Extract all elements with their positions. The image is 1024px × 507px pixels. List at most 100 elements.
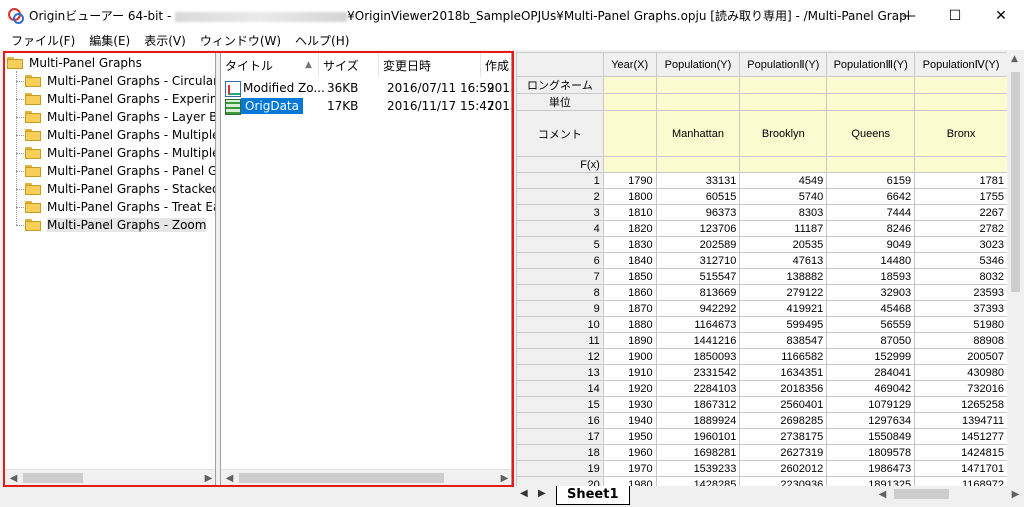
data-cell[interactable]: 2230936: [739, 476, 828, 486]
row-number[interactable]: 7: [516, 268, 604, 285]
row-number[interactable]: 2: [516, 188, 604, 205]
scroll-left-icon[interactable]: ◀: [5, 470, 22, 485]
data-cell[interactable]: 47613: [739, 252, 828, 269]
data-cell[interactable]: 96373: [655, 204, 741, 221]
data-cell[interactable]: 8303: [739, 204, 828, 221]
data-cell[interactable]: 1634351: [739, 364, 828, 381]
meta-cell[interactable]: [602, 110, 657, 157]
meta-cell[interactable]: Brooklyn: [739, 110, 828, 157]
data-cell[interactable]: 8246: [826, 220, 916, 237]
tree-node[interactable]: Multi-Panel Graphs - Stacked Pl: [25, 180, 215, 198]
menu-window[interactable]: ウィンドウ(W): [193, 32, 288, 49]
meta-cell[interactable]: [739, 93, 828, 111]
meta-cell[interactable]: [914, 93, 1008, 111]
data-cell[interactable]: 138882: [739, 268, 828, 285]
data-cell[interactable]: 1166582: [739, 348, 828, 365]
list-item[interactable]: OrigData 17KB 2016/11/17 15:47 2015: [221, 97, 511, 115]
data-cell[interactable]: 1910: [602, 364, 657, 381]
data-cell[interactable]: 1800: [602, 188, 657, 205]
list-item[interactable]: Modified Zo... 36KB 2016/07/11 16:59 201…: [221, 79, 511, 97]
meta-cell[interactable]: [655, 93, 741, 111]
worksheet-horizontal-scrollbar[interactable]: ◀ ▶: [874, 486, 1024, 503]
data-cell[interactable]: 2331542: [655, 364, 741, 381]
data-cell[interactable]: 87050: [826, 332, 916, 349]
data-cell[interactable]: 1900: [602, 348, 657, 365]
row-number[interactable]: 9: [516, 300, 604, 317]
data-cell[interactable]: 37393: [914, 300, 1008, 317]
tree-node[interactable]: Multi-Panel Graphs - Circular Co: [25, 72, 215, 90]
data-cell[interactable]: 7444: [826, 204, 916, 221]
row-number[interactable]: 11: [516, 332, 604, 349]
row-number[interactable]: 14: [516, 380, 604, 397]
column-header-created[interactable]: 作成: [481, 53, 511, 77]
data-cell[interactable]: 1471701: [914, 460, 1008, 477]
data-cell[interactable]: 1840: [602, 252, 657, 269]
data-cell[interactable]: 279122: [739, 284, 828, 301]
data-cell[interactable]: 599495: [739, 316, 828, 333]
data-cell[interactable]: 51980: [914, 316, 1008, 333]
meta-cell[interactable]: Manhattan: [655, 110, 741, 157]
data-cell[interactable]: 2602012: [739, 460, 828, 477]
sheet-prev-icon[interactable]: ◀: [520, 488, 528, 499]
data-cell[interactable]: 1850: [602, 268, 657, 285]
data-cell[interactable]: 1809578: [826, 444, 916, 461]
data-cell[interactable]: 942292: [655, 300, 741, 317]
data-cell[interactable]: 5740: [739, 188, 828, 205]
tree-node[interactable]: Multi-Panel Graphs - Experimen: [25, 90, 215, 108]
data-cell[interactable]: 1698281: [655, 444, 741, 461]
worksheet-vertical-scrollbar[interactable]: ▲: [1007, 52, 1024, 486]
column-header[interactable]: PopulationⅣ(Y): [914, 52, 1008, 77]
data-cell[interactable]: 1980: [602, 476, 657, 486]
row-number[interactable]: 19: [516, 460, 604, 477]
meta-cell[interactable]: [826, 93, 916, 111]
scroll-thumb[interactable]: [894, 489, 949, 499]
data-cell[interactable]: 1850093: [655, 348, 741, 365]
meta-cell[interactable]: [826, 76, 916, 94]
column-header[interactable]: PopulationⅡ(Y): [739, 52, 828, 77]
data-cell[interactable]: 1890: [602, 332, 657, 349]
row-number[interactable]: 1: [516, 172, 604, 189]
close-button[interactable]: ✕: [978, 0, 1024, 31]
data-cell[interactable]: 1790: [602, 172, 657, 189]
row-number[interactable]: 20: [516, 476, 604, 486]
data-cell[interactable]: 1297634: [826, 412, 916, 429]
data-cell[interactable]: 1889924: [655, 412, 741, 429]
row-number[interactable]: 16: [516, 412, 604, 429]
data-cell[interactable]: 1394711: [914, 412, 1008, 429]
scroll-left-icon[interactable]: ◀: [221, 470, 238, 485]
row-number[interactable]: 10: [516, 316, 604, 333]
meta-cell[interactable]: [739, 156, 828, 173]
data-cell[interactable]: 1970: [602, 460, 657, 477]
scroll-thumb[interactable]: [239, 473, 444, 483]
list-horizontal-scrollbar[interactable]: ◀ ▶: [221, 469, 511, 485]
data-cell[interactable]: 11187: [739, 220, 828, 237]
data-cell[interactable]: 1880: [602, 316, 657, 333]
row-number[interactable]: 5: [516, 236, 604, 253]
minimize-button[interactable]: —: [886, 0, 932, 31]
data-cell[interactable]: 60515: [655, 188, 741, 205]
tree-horizontal-scrollbar[interactable]: ◀ ▶: [5, 469, 215, 485]
data-cell[interactable]: 200507: [914, 348, 1008, 365]
data-cell[interactable]: 9049: [826, 236, 916, 253]
meta-cell[interactable]: Bronx: [914, 110, 1008, 157]
row-number[interactable]: 8: [516, 284, 604, 301]
data-cell[interactable]: 123706: [655, 220, 741, 237]
data-cell[interactable]: 1428285: [655, 476, 741, 486]
data-cell[interactable]: 1539233: [655, 460, 741, 477]
sheet-next-icon[interactable]: ▶: [538, 488, 546, 499]
meta-cell[interactable]: [914, 156, 1008, 173]
meta-cell[interactable]: [739, 76, 828, 94]
data-cell[interactable]: 1891325: [826, 476, 916, 486]
meta-cell[interactable]: [602, 76, 657, 94]
data-cell[interactable]: 2738175: [739, 428, 828, 445]
scroll-thumb[interactable]: [23, 473, 83, 483]
data-cell[interactable]: 1940: [602, 412, 657, 429]
scroll-up-icon[interactable]: ▲: [1011, 54, 1018, 64]
row-number[interactable]: 12: [516, 348, 604, 365]
data-cell[interactable]: 1755: [914, 188, 1008, 205]
data-cell[interactable]: 1870: [602, 300, 657, 317]
tree-node[interactable]: Multi-Panel Graphs - Panel Grap: [25, 162, 215, 180]
row-number[interactable]: 17: [516, 428, 604, 445]
data-cell[interactable]: 1960: [602, 444, 657, 461]
row-number[interactable]: 13: [516, 364, 604, 381]
